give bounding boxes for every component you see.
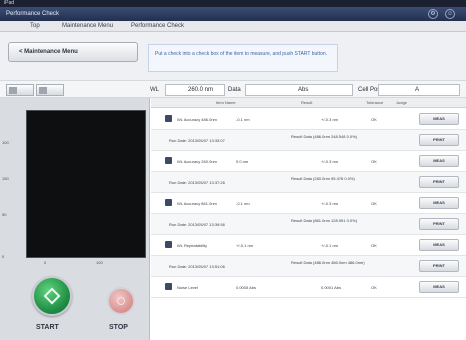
item-result: 0.0005 Abs <box>236 285 257 290</box>
x-tick: 0 <box>44 260 47 265</box>
item-name: Noise Level <box>177 285 198 290</box>
wl-label: WL <box>150 87 159 93</box>
mode-button-1[interactable] <box>6 84 34 96</box>
y-tick: 0 <box>2 254 5 259</box>
row-checkbox[interactable] <box>165 115 172 122</box>
instruction-text: Put a check into a check box of the item… <box>148 44 338 72</box>
status-bar: iPad <box>0 0 466 7</box>
item-tolerance: 0.0001 Abs <box>321 285 342 290</box>
item-result: +/-0.1 nm <box>236 243 254 248</box>
y-tick: 150 <box>2 176 9 181</box>
spectrum-plot <box>26 110 146 258</box>
start-label: START <box>36 324 59 331</box>
item-tolerance: +/-0.3 nm <box>321 159 339 164</box>
start-icon <box>43 287 61 305</box>
row-checkbox[interactable] <box>165 241 172 248</box>
measure-button[interactable]: MEAS <box>419 239 459 251</box>
print-button[interactable]: PRINT <box>419 134 459 146</box>
run-date: Run Date: 2013/05/07 13:39:56 <box>169 222 225 227</box>
breadcrumb-top[interactable]: Top <box>30 21 40 32</box>
stop-icon <box>117 297 125 305</box>
data-field[interactable]: Abs <box>245 84 353 96</box>
row-checkbox[interactable] <box>165 199 172 206</box>
table-row: WL Repeatability +/-0.1 nm +/-0.1 nm OK … <box>151 235 466 256</box>
item-name: WL Accuracy 260.0nm <box>177 159 217 164</box>
table-row: Noise Level 0.0005 Abs 0.0001 Abs OK MEA… <box>151 277 466 298</box>
instrument-icon <box>39 87 47 94</box>
item-name: WL Accuracy 486.0nm <box>177 117 217 122</box>
measure-button[interactable]: MEAS <box>419 155 459 167</box>
table-row: WL Accuracy 861.0nm -0.1 nm +/-0.3 nm OK… <box>151 193 466 214</box>
x-tick: 100 <box>96 260 103 265</box>
header-result: Result <box>301 100 313 105</box>
stop-button[interactable] <box>107 287 135 315</box>
run-date: Run Date: 2013/05/07 13:37:26 <box>169 180 225 185</box>
table-row: Run Date: 2013/05/07 13:39:56 Result Dat… <box>151 214 466 235</box>
result-data: Result Data (486.0nm 248.548 0.0%) <box>291 134 358 139</box>
cell-pos-field[interactable]: A <box>378 84 460 96</box>
parameter-row: WL 260.0 nm Data Abs Cell Pos. A <box>0 80 466 98</box>
item-judge: OK <box>371 117 377 122</box>
result-data: Result Data (486.0nm 486.0nm 486.0nm) <box>291 260 365 265</box>
results-table: Item Name Result Tolerance Judge WL Accu… <box>151 98 466 340</box>
measure-button[interactable]: MEAS <box>419 281 459 293</box>
item-judge: OK <box>371 243 377 248</box>
measure-button[interactable]: MEAS <box>419 197 459 209</box>
header-tolerance: Tolerance <box>366 100 384 105</box>
header-item-name: Item Name <box>216 100 236 105</box>
result-data: Result Data (861.0nm 128.951 0.0%) <box>291 218 358 223</box>
settings-icon[interactable]: ⚙ <box>428 9 438 19</box>
header-judge: Judge <box>396 100 407 105</box>
row-checkbox[interactable] <box>165 283 172 290</box>
carrier-label: iPad <box>4 0 15 6</box>
print-button[interactable]: PRINT <box>419 176 459 188</box>
mode-button-2[interactable] <box>36 84 64 96</box>
data-label: Data <box>228 87 241 93</box>
table-header: Item Name Result Tolerance Judge <box>151 98 466 108</box>
measure-button[interactable]: MEAS <box>419 113 459 125</box>
table-row: WL Accuracy 486.0nm -0.1 nm +/-0.3 nm OK… <box>151 109 466 130</box>
left-panel: 100 150 50 0 0 100 START STOP <box>0 98 150 340</box>
nav-bar: < Maintenance Menu Put a check into a ch… <box>0 32 466 80</box>
row-checkbox[interactable] <box>165 157 172 164</box>
instrument-icon <box>9 87 17 94</box>
title-bar: Performance Check ⚙ ☺ <box>0 7 466 21</box>
table-row: Run Date: 2013/05/07 13:51:06 Result Dat… <box>151 256 466 277</box>
breadcrumb-performance-check[interactable]: Performance Check <box>131 21 184 32</box>
breadcrumb-maintenance-menu[interactable]: Maintenance Menu <box>62 21 113 32</box>
item-judge: OK <box>371 201 377 206</box>
print-button[interactable]: PRINT <box>419 260 459 272</box>
breadcrumb: Top Maintenance Menu Performance Check <box>0 21 466 32</box>
y-tick: 100 <box>2 140 9 145</box>
print-button[interactable]: PRINT <box>419 218 459 230</box>
run-date: Run Date: 2013/05/07 13:33:07 <box>169 138 225 143</box>
run-date: Run Date: 2013/05/07 13:51:06 <box>169 264 225 269</box>
item-tolerance: +/-0.3 nm <box>321 117 339 122</box>
result-data: Result Data (260.0nm 95.478 0.0%) <box>291 176 355 181</box>
stop-label: STOP <box>109 324 128 331</box>
wl-field[interactable]: 260.0 nm <box>165 84 225 96</box>
table-row: WL Accuracy 260.0nm 0.0 nm +/-0.3 nm OK … <box>151 151 466 172</box>
table-row: Run Date: 2013/05/07 13:37:26 Result Dat… <box>151 172 466 193</box>
y-tick: 50 <box>2 212 7 217</box>
item-tolerance: +/-0.3 nm <box>321 201 339 206</box>
item-name: WL Accuracy 861.0nm <box>177 201 217 206</box>
back-button[interactable]: < Maintenance Menu <box>8 42 138 62</box>
table-row: Run Date: 2013/05/07 13:33:07 Result Dat… <box>151 130 466 151</box>
item-judge: OK <box>371 285 377 290</box>
item-name: WL Repeatability <box>177 243 208 248</box>
item-result: -0.1 nm <box>236 201 250 206</box>
item-result: -0.1 nm <box>236 117 250 122</box>
user-icon[interactable]: ☺ <box>445 9 455 19</box>
item-tolerance: +/-0.1 nm <box>321 243 339 248</box>
item-result: 0.0 nm <box>236 159 249 164</box>
start-button[interactable] <box>32 276 72 316</box>
page-title: Performance Check <box>6 11 60 17</box>
item-judge: OK <box>371 159 377 164</box>
